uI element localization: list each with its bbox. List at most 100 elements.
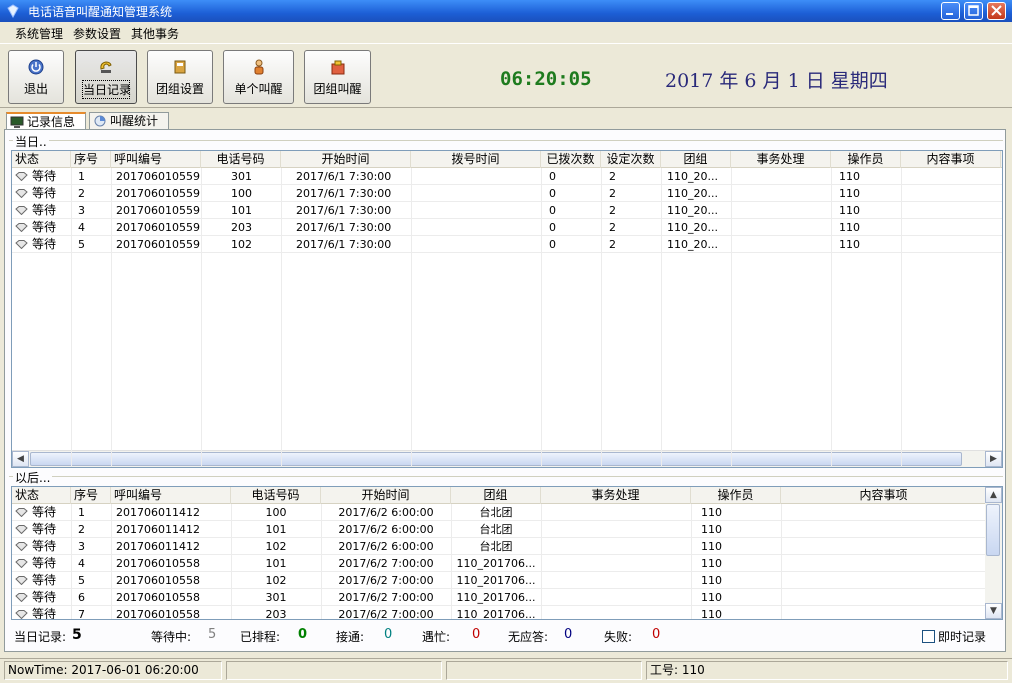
table-row[interactable]: 等待 4 201706010559 203 2017/6/1 7:30:00 0 2 110_… <box>12 219 1002 236</box>
busy-label: 遇忙: <box>422 630 451 644</box>
col-status[interactable]: 状态 <box>12 487 71 504</box>
col-affair[interactable]: 事务处理 <box>541 487 691 504</box>
scroll-left-button[interactable]: ◀ <box>12 451 29 467</box>
waiting-status-icon <box>15 542 28 551</box>
status-cell: 等待 <box>12 538 71 555</box>
table-cell: 1 <box>78 170 85 183</box>
col-start[interactable]: 开始时间 <box>321 487 451 504</box>
table-cell <box>781 606 987 619</box>
table-row[interactable]: 等待 3 201706011412 102 2017/6/2 6:00:00 台北团 110 <box>12 538 1002 555</box>
tab-statistics[interactable]: 叫醒统计 <box>89 112 169 130</box>
today-hscrollbar[interactable]: ◀ ▶ <box>12 450 1002 467</box>
table-cell: 2017/6/2 6:00:00 <box>338 540 434 553</box>
col-operator[interactable]: 操作员 <box>691 487 781 504</box>
table-cell: 6 <box>78 591 85 604</box>
person-icon <box>254 59 263 75</box>
group-settings-label: 团组设置 <box>155 82 204 96</box>
table-row[interactable]: 等待 2 201706010559 100 2017/6/1 7:30:00 0 2 110_… <box>12 185 1002 202</box>
later-vscrollbar[interactable]: ▲ ▼ <box>985 487 1002 619</box>
table-row[interactable]: 等待 7 201706010558 203 2017/6/2 7:00:00 110_20… <box>12 606 1002 620</box>
col-seq[interactable]: 序号 <box>71 151 111 168</box>
col-group[interactable]: 团组 <box>451 487 541 504</box>
exit-button[interactable]: 退出 <box>8 50 64 104</box>
grid-line <box>71 168 72 467</box>
grid-line <box>901 168 902 467</box>
status-text: 等待 <box>32 169 57 183</box>
table-cell: 201706010558 <box>116 591 200 604</box>
menu-bar: 系统管理 参数设置 其他事务 <box>0 22 1012 43</box>
table-row[interactable]: 等待 1 201706011412 100 2017/6/2 6:00:00 台北团 110 <box>12 504 1002 521</box>
table-cell: 110_201706... <box>456 608 536 620</box>
col-content[interactable]: 内容事项 <box>901 151 1001 168</box>
group-wakeup-button[interactable]: 团组叫醒 <box>304 50 371 104</box>
table-cell: 201706010559 <box>116 238 200 251</box>
col-phone[interactable]: 电话号码 <box>201 151 281 168</box>
col-affair[interactable]: 事务处理 <box>731 151 831 168</box>
table-cell: 101 <box>231 204 252 217</box>
table-cell: 0 <box>549 221 556 234</box>
minimize-button[interactable] <box>941 2 960 20</box>
monitor-icon <box>10 116 24 128</box>
col-seq[interactable]: 序号 <box>71 487 111 504</box>
scroll-down-button[interactable]: ▼ <box>985 603 1002 619</box>
table-cell: 100 <box>265 506 287 519</box>
waiting-status-icon <box>15 206 28 215</box>
instant-record-label[interactable]: 即时记录 <box>938 628 986 645</box>
col-start[interactable]: 开始时间 <box>281 151 411 168</box>
table-cell: 201706010559 <box>116 170 200 183</box>
single-wakeup-button[interactable]: 单个叫醒 <box>223 50 294 104</box>
table-cell: 110 <box>701 574 722 587</box>
table-row[interactable]: 等待 5 201706010559 102 2017/6/1 7:30:00 0 2 110_… <box>12 236 1002 253</box>
today-records-button[interactable]: 当日记录 <box>75 50 137 104</box>
table-cell: 110 <box>701 540 722 553</box>
table-cell: 2017/6/2 7:00:00 <box>338 608 434 620</box>
waiting-status-icon <box>15 240 28 249</box>
later-grid[interactable]: 状态 序号 呼叫编号 电话号码 开始时间 团组 事务处理 操作员 内容事项 等待… <box>11 486 1003 620</box>
instant-record-checkbox[interactable] <box>922 630 935 643</box>
table-cell: 台北团 <box>479 523 513 536</box>
scroll-right-button[interactable]: ▶ <box>985 451 1002 467</box>
table-cell: 110_20... <box>667 170 718 183</box>
grid-line <box>411 168 412 467</box>
scroll-thumb[interactable] <box>30 452 962 466</box>
table-row[interactable]: 等待 1 201706010559 301 2017/6/1 7:30:00 0 2 110_… <box>12 168 1002 185</box>
table-cell: 2017/6/2 7:00:00 <box>338 574 434 587</box>
table-cell: 110 <box>701 506 722 519</box>
records-panel: 当日.. 状态 序号 呼叫编号 电话号码 开始时间 拨号时间 已拨次数 设定次数… <box>4 129 1006 652</box>
table-cell: 301 <box>231 170 252 183</box>
table-row[interactable]: 等待 4 201706010558 101 2017/6/2 7:00:00 110_20… <box>12 555 1002 572</box>
table-cell: 110_20... <box>667 187 718 200</box>
grid-line <box>111 168 112 467</box>
scroll-up-button[interactable]: ▲ <box>985 487 1002 503</box>
col-group[interactable]: 团组 <box>661 151 731 168</box>
col-callid[interactable]: 呼叫编号 <box>111 487 231 504</box>
col-status[interactable]: 状态 <box>12 151 71 168</box>
table-row[interactable]: 等待 3 201706010559 101 2017/6/1 7:30:00 0 2 110_… <box>12 202 1002 219</box>
busy-value: 0 <box>472 627 481 642</box>
col-operator[interactable]: 操作员 <box>831 151 901 168</box>
today-grid[interactable]: 状态 序号 呼叫编号 电话号码 开始时间 拨号时间 已拨次数 设定次数 团组 事… <box>11 150 1003 468</box>
menu-other[interactable]: 其他事务 <box>131 25 179 42</box>
table-cell <box>541 606 691 619</box>
table-row[interactable]: 等待 5 201706010558 102 2017/6/2 7:00:00 110_20… <box>12 572 1002 589</box>
group-settings-button[interactable]: 团组设置 <box>147 50 213 104</box>
col-phone[interactable]: 电话号码 <box>231 487 321 504</box>
grid-line <box>541 504 542 619</box>
scroll-thumb[interactable] <box>986 504 1000 556</box>
col-dial[interactable]: 拨号时间 <box>411 151 541 168</box>
maximize-button[interactable] <box>964 2 983 20</box>
table-row[interactable]: 等待 6 201706010558 301 2017/6/2 7:00:00 110_20… <box>12 589 1002 606</box>
col-dialed[interactable]: 已拨次数 <box>541 151 601 168</box>
status-text: 等待 <box>32 590 57 604</box>
col-callid[interactable]: 呼叫编号 <box>111 151 201 168</box>
menu-system[interactable]: 系统管理 <box>15 25 63 42</box>
status-bar: NowTime: 2017-06-01 06:20:00 工号: 110 <box>0 658 1012 683</box>
col-content[interactable]: 内容事项 <box>781 487 987 504</box>
table-row[interactable]: 等待 2 201706011412 101 2017/6/2 6:00:00 台北团 110 <box>12 521 1002 538</box>
menu-settings[interactable]: 参数设置 <box>73 25 121 42</box>
col-set[interactable]: 设定次数 <box>601 151 661 168</box>
close-button[interactable] <box>987 2 1006 20</box>
table-cell: 110_20... <box>667 204 718 217</box>
today-grid-header: 状态 序号 呼叫编号 电话号码 开始时间 拨号时间 已拨次数 设定次数 团组 事… <box>12 151 1002 168</box>
table-cell: 102 <box>265 540 287 553</box>
